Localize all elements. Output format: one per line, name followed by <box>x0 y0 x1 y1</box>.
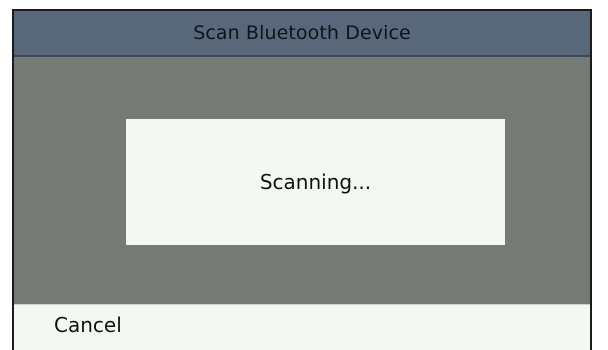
softkey-bar: Cancel <box>14 304 590 350</box>
scanning-dialog: Scanning... <box>126 119 505 245</box>
page-title: Scan Bluetooth Device <box>193 22 411 44</box>
phone-screen: Scan Bluetooth Device Scanning... Cancel <box>12 9 592 350</box>
scanning-message: Scanning... <box>259 170 372 194</box>
title-bar: Scan Bluetooth Device <box>14 11 590 57</box>
cancel-button[interactable]: Cancel <box>54 313 122 337</box>
